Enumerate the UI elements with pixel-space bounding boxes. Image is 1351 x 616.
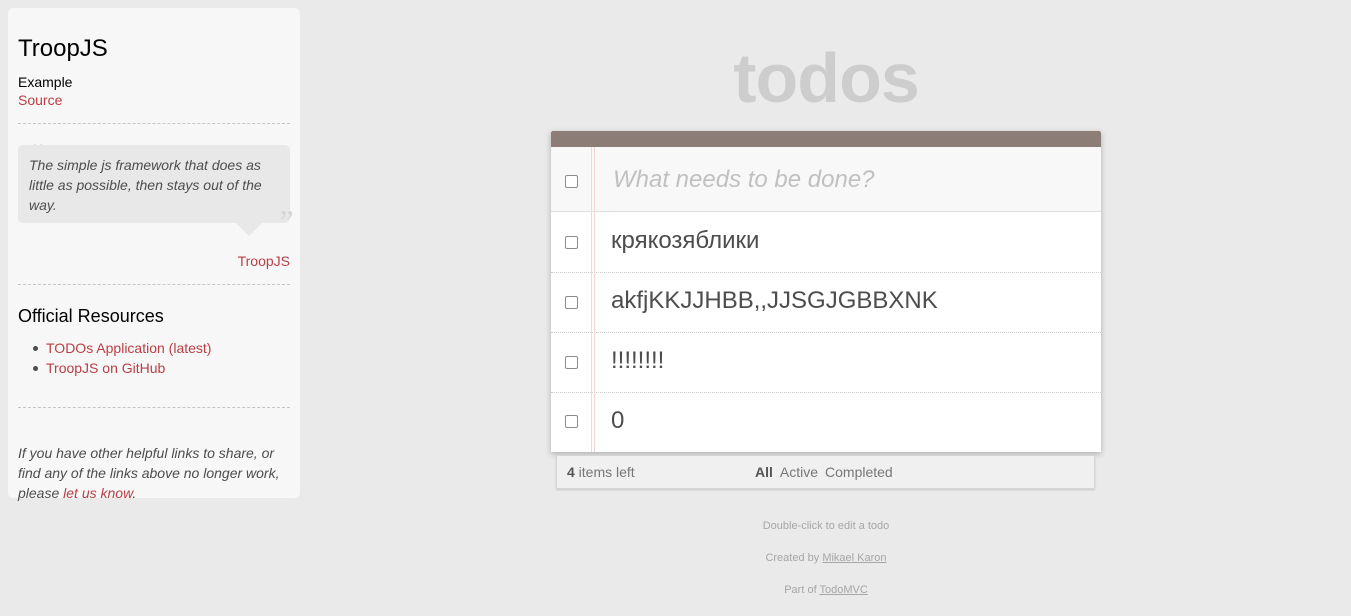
filter-item: All <box>755 464 780 480</box>
todo-count: 4 items left <box>567 464 635 480</box>
close-quote-icon: ” <box>276 203 294 239</box>
new-todo-input[interactable] <box>611 163 1081 196</box>
footer-note-end: . <box>132 485 137 501</box>
todo-footer: 4 items left All Active Completed <box>556 456 1095 489</box>
sidebar-title: TroopJS <box>18 35 108 62</box>
filter-all[interactable]: All <box>755 464 773 480</box>
notepad-margin-line <box>591 147 595 452</box>
todo-item[interactable]: akfjKKJJHBB,,JJSGJGBBXNK <box>551 273 1101 333</box>
edit-hint: Double-click to edit a todo <box>762 520 890 532</box>
bullet-icon <box>33 345 38 351</box>
created-by: Created by Mikael Karon <box>551 552 1101 584</box>
todo-toggle-checkbox[interactable] <box>565 415 578 428</box>
todo-app: крякозяблики akfjKKJJHBB,,JJSGJGBBXNK !!… <box>551 131 1101 452</box>
todo-toggle-checkbox[interactable] <box>565 356 578 369</box>
todo-item[interactable]: крякозяблики <box>551 213 1101 273</box>
quote-author-link[interactable]: TroopJS <box>238 253 290 269</box>
app-title: todos <box>733 39 920 117</box>
todo-count-suffix: items left <box>574 464 635 480</box>
author-link[interactable]: Mikael Karon <box>822 552 886 564</box>
source-link[interactable]: Source <box>18 92 62 108</box>
created-by-prefix: Created by <box>765 552 823 564</box>
footer-note-text: If you have other helpful links to share… <box>18 445 280 501</box>
example-label: Example <box>18 74 73 90</box>
new-todo-row <box>551 147 1101 212</box>
part-of-prefix: Part of <box>784 584 820 596</box>
app-topbar <box>551 131 1101 147</box>
filters: All Active Completed <box>755 464 900 480</box>
resource-link-todos-app[interactable]: TODOs Application (latest) <box>46 340 211 356</box>
divider <box>18 284 290 285</box>
todo-toggle-checkbox[interactable] <box>565 236 578 249</box>
filter-completed[interactable]: Completed <box>825 464 893 480</box>
todomvc-link[interactable]: TodoMVC <box>819 584 867 596</box>
bullet-icon <box>33 365 38 371</box>
todo-toggle-checkbox[interactable] <box>565 296 578 309</box>
resource-link-github[interactable]: TroopJS on GitHub <box>46 360 165 376</box>
resources-list: TODOs Application (latest) TroopJS on Gi… <box>18 338 211 378</box>
filter-active[interactable]: Active <box>780 464 818 480</box>
filter-item: Completed <box>825 464 900 480</box>
divider <box>18 407 290 408</box>
resource-item: TroopJS on GitHub <box>18 358 211 378</box>
divider <box>18 123 290 124</box>
learn-sidebar: TroopJS Example Source “ The simple js f… <box>8 8 300 501</box>
part-of: Part of TodoMVC <box>551 584 1101 616</box>
info-footer: Double-click to edit a todo Created by M… <box>551 520 1101 616</box>
todo-label[interactable]: 0 <box>611 407 624 435</box>
resources-heading: Official Resources <box>18 306 164 326</box>
resource-item: TODOs Application (latest) <box>18 338 211 358</box>
filter-item: Active <box>780 464 825 480</box>
let-us-know-link[interactable]: let us know <box>63 485 132 501</box>
sidebar-footer-note: If you have other helpful links to share… <box>18 443 293 503</box>
todo-count-number: 4 <box>567 464 575 480</box>
quote-tail <box>236 223 262 236</box>
todo-label[interactable]: крякозяблики <box>611 227 759 255</box>
todo-label[interactable]: !!!!!!!! <box>611 347 664 375</box>
framework-quote: The simple js framework that does as lit… <box>18 145 290 223</box>
todo-item[interactable]: !!!!!!!! <box>551 333 1101 393</box>
todo-item[interactable]: 0 <box>551 393 1101 453</box>
toggle-all-checkbox[interactable] <box>565 175 578 188</box>
todo-label[interactable]: akfjKKJJHBB,,JJSGJGBBXNK <box>611 287 938 315</box>
